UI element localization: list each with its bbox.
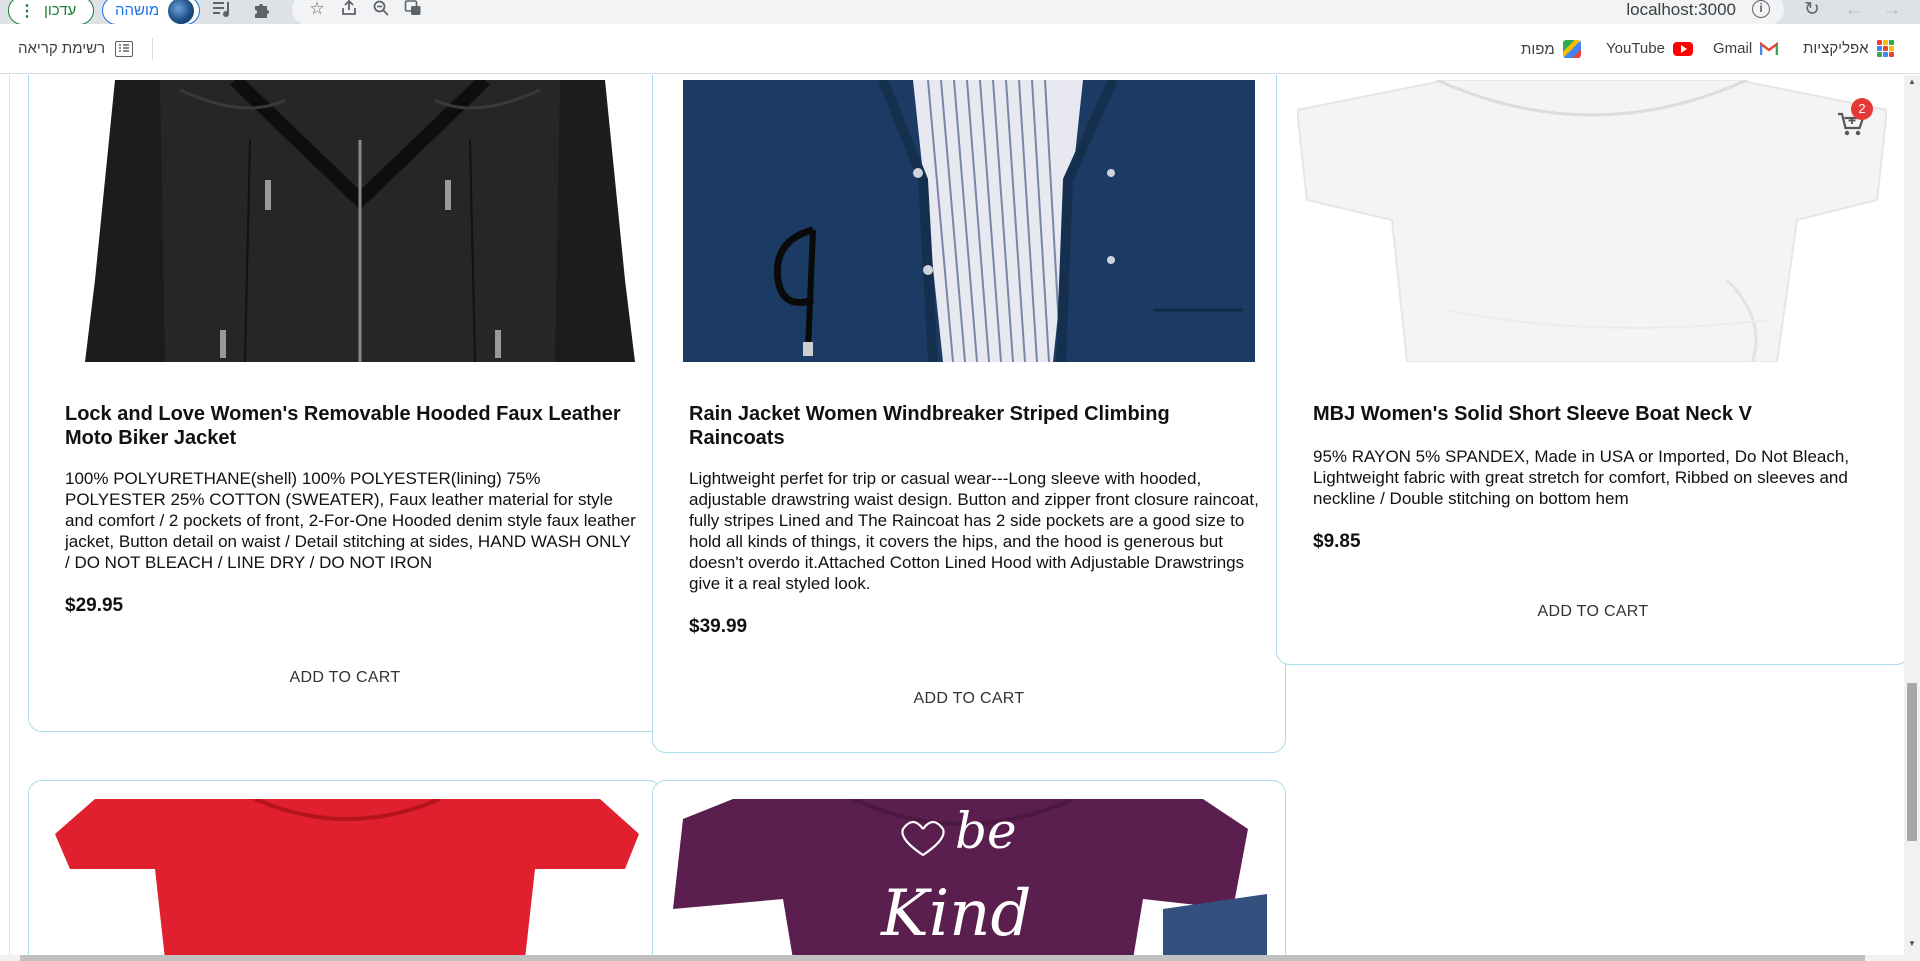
translate-icon[interactable]: [402, 0, 424, 19]
bookmark-maps[interactable]: מפות: [1521, 40, 1581, 58]
url-text[interactable]: localhost:3000: [1626, 0, 1736, 20]
reading-list-icon: [115, 40, 134, 57]
cart-count-badge: 2: [1851, 98, 1873, 120]
avatar: [167, 0, 196, 25]
product-info: Lock and Love Women's Removable Hooded F…: [65, 402, 637, 617]
product-price: $39.99: [689, 616, 748, 637]
reading-list-label: רשימת קריאה: [18, 40, 106, 57]
back-icon[interactable]: →: [1880, 0, 1904, 22]
vertical-scroll-thumb[interactable]: [1907, 683, 1917, 841]
media-control-icon[interactable]: [211, 0, 233, 20]
product-info: MBJ Women's Solid Short Sleeve Boat Neck…: [1313, 402, 1885, 553]
add-to-cart-button[interactable]: ADD TO CART: [1277, 603, 1904, 621]
product-description: 95% RAYON 5% SPANDEX, Made in USA or Imp…: [1313, 447, 1850, 508]
product-image-rain-jacket[interactable]: [683, 80, 1255, 362]
forward-icon[interactable]: ←: [1842, 0, 1866, 22]
product-info: Rain Jacket Women Windbreaker Striped Cl…: [689, 402, 1261, 638]
product-price: $29.95: [65, 595, 124, 616]
bookmark-gmail-label: Gmail: [1713, 40, 1753, 57]
star-icon[interactable]: ☆: [306, 0, 328, 19]
product-description: 100% POLYURETHANE(shell) 100% POLYESTER(…: [65, 469, 636, 572]
site-info-icon[interactable]: i: [1752, 0, 1770, 18]
horizontal-scroll-thumb[interactable]: [20, 955, 1865, 961]
page-border: [9, 75, 10, 955]
bookmark-apps-label: אפליקציות: [1803, 40, 1869, 57]
bookmarks-bar: רשימת קריאה מפות YouTube Gmail אפליקציות: [0, 24, 1920, 74]
update-button[interactable]: ⋮ עדכון: [8, 0, 94, 25]
product-description: Lightweight perfet for trip or casual we…: [689, 469, 1259, 593]
shirt-print-text: Kind: [881, 877, 1032, 951]
product-image-leather-jacket[interactable]: [85, 80, 635, 362]
youtube-icon: [1672, 41, 1693, 56]
bookmark-youtube-label: YouTube: [1606, 40, 1665, 57]
product-card: Lock and Love Women's Removable Hooded F…: [28, 75, 662, 732]
gmail-icon: [1759, 41, 1779, 56]
more-vert-icon: ⋮: [19, 2, 35, 20]
product-title[interactable]: MBJ Women's Solid Short Sleeve Boat Neck…: [1313, 402, 1885, 426]
reload-icon[interactable]: ↻: [1800, 0, 1824, 22]
bookmarks-divider: [152, 38, 153, 60]
vertical-scrollbar[interactable]: ▲ ▼: [1904, 75, 1920, 955]
add-to-cart-button[interactable]: ADD TO CART: [29, 669, 661, 687]
product-card: [28, 780, 662, 955]
page-viewport: Lock and Love Women's Removable Hooded F…: [0, 75, 1904, 955]
product-image-red-shirt[interactable]: [55, 799, 639, 955]
zoom-icon[interactable]: [370, 0, 392, 19]
apps-grid-icon: [1876, 40, 1894, 57]
product-title[interactable]: Rain Jacket Women Windbreaker Striped Cl…: [689, 402, 1261, 450]
bookmark-gmail[interactable]: Gmail: [1713, 40, 1779, 57]
profile-button[interactable]: מושהה: [102, 0, 200, 25]
extensions-icon[interactable]: [251, 0, 273, 20]
browser-toolbar: ⋮ עדכון מושהה ☆ localhost:3000 i ↻ ← →: [0, 0, 1920, 25]
shirt-print-text: be: [955, 802, 1017, 860]
reading-list-button[interactable]: רשימת קריאה: [18, 40, 134, 57]
scroll-up-icon[interactable]: ▲: [1907, 77, 1917, 86]
bookmark-youtube[interactable]: YouTube: [1606, 40, 1693, 57]
product-card: MBJ Women's Solid Short Sleeve Boat Neck…: [1276, 75, 1904, 665]
bookmark-maps-label: מפות: [1521, 40, 1555, 58]
product-image-purple-shirt[interactable]: be Kind: [673, 799, 1267, 955]
maps-icon: [1562, 40, 1581, 58]
scroll-down-icon[interactable]: ▼: [1907, 939, 1917, 948]
product-card: Rain Jacket Women Windbreaker Striped Cl…: [652, 75, 1286, 753]
share-icon[interactable]: [338, 0, 360, 19]
bookmark-apps[interactable]: אפליקציות: [1803, 40, 1894, 57]
update-label: עדכון: [44, 2, 77, 19]
address-bar[interactable]: ☆ localhost:3000 i: [292, 0, 1784, 25]
product-price: $9.85: [1313, 531, 1361, 552]
profile-label: מושהה: [115, 2, 160, 19]
product-title[interactable]: Lock and Love Women's Removable Hooded F…: [65, 402, 637, 450]
add-to-cart-button[interactable]: ADD TO CART: [653, 690, 1285, 708]
horizontal-scrollbar[interactable]: [0, 955, 1920, 961]
product-card: be Kind: [652, 780, 1286, 955]
product-image-white-top[interactable]: [1297, 80, 1887, 362]
